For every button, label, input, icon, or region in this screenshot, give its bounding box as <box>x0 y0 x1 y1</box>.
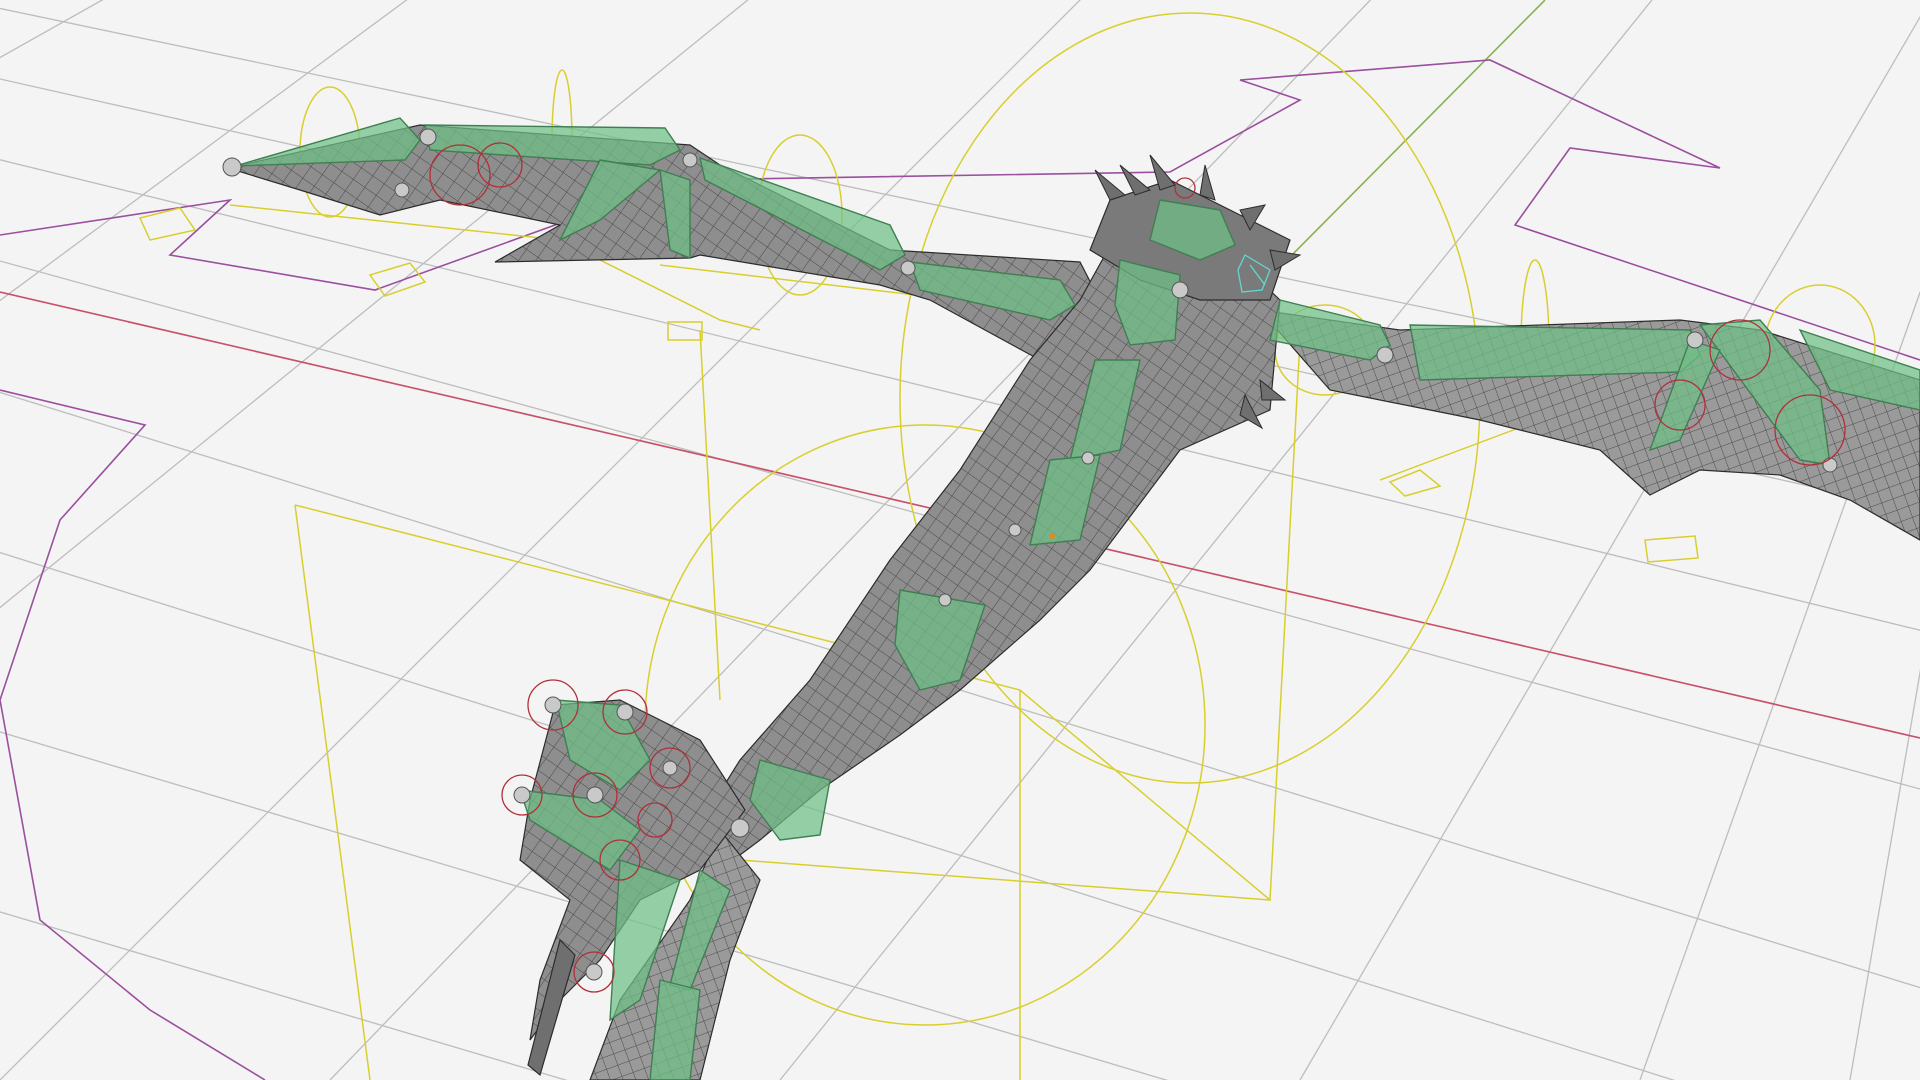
joint-tail[interactable] <box>730 818 750 838</box>
joint-left-wing-a[interactable] <box>419 128 437 146</box>
bone-right-shoulder[interactable] <box>1269 299 1391 361</box>
joint-right-wing-tip[interactable] <box>1822 457 1838 473</box>
joint-left-wing-d[interactable] <box>900 260 916 276</box>
bone-right-wing-upper[interactable] <box>1409 324 1701 381</box>
joint-left-wing-c[interactable] <box>682 152 698 168</box>
3d-viewport[interactable] <box>0 0 1920 1080</box>
joint-leg-c[interactable] <box>513 786 531 804</box>
y-axis-line <box>1284 0 1546 263</box>
bone-neck-1[interactable] <box>1114 259 1181 346</box>
joint-right-wing[interactable] <box>1686 331 1704 349</box>
joint-leg-e[interactable] <box>662 760 678 776</box>
viewport-scene[interactable] <box>0 0 1920 1080</box>
joint-left-wing-tip[interactable] <box>222 157 242 177</box>
joint-leg-a[interactable] <box>544 696 562 714</box>
joint-right-shoulder[interactable] <box>1376 346 1394 364</box>
joint-spine-b[interactable] <box>1008 523 1022 537</box>
joint-leg-b[interactable] <box>616 703 634 721</box>
origin-dot-icon <box>1049 533 1055 539</box>
joint-left-wing-b[interactable] <box>394 182 410 198</box>
joint-foot[interactable] <box>585 963 603 981</box>
joint-spine-a[interactable] <box>1081 451 1095 465</box>
joint-leg-d[interactable] <box>586 786 604 804</box>
joint-spine-c[interactable] <box>938 593 952 607</box>
bone-left-wing-tip[interactable] <box>234 117 421 167</box>
joint-neck[interactable] <box>1171 281 1189 299</box>
dragon-mesh[interactable] <box>225 124 1920 1080</box>
